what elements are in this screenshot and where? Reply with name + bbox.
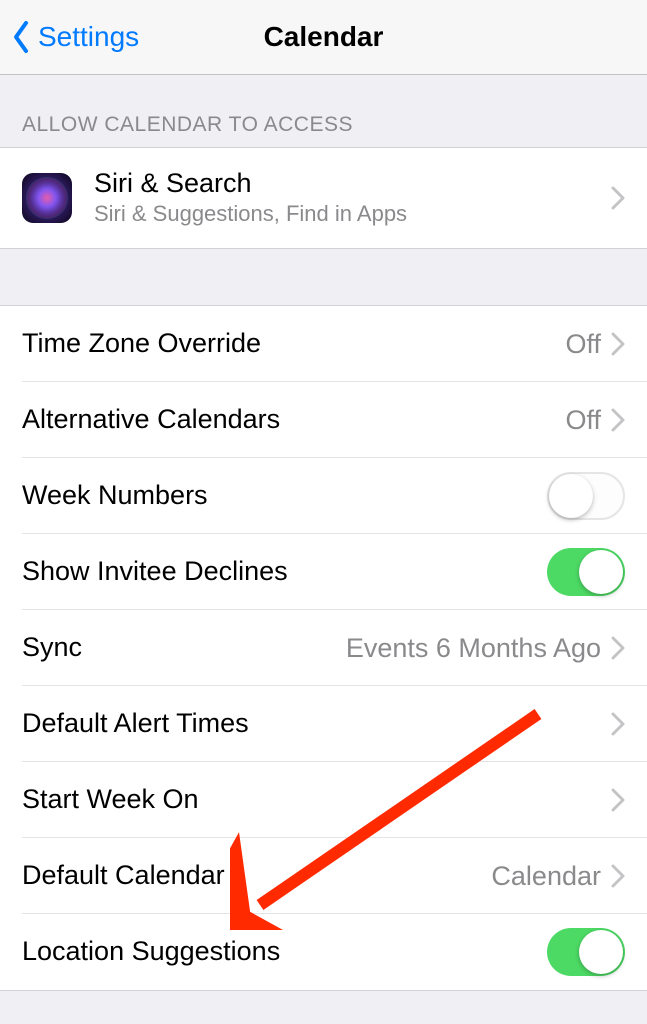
default-calendar-cell[interactable]: Default Calendar Calendar — [0, 838, 647, 914]
show-invitee-declines-cell: Show Invitee Declines — [0, 534, 647, 610]
chevron-right-icon — [611, 332, 625, 356]
chevron-right-icon — [611, 636, 625, 660]
location-suggestions-toggle[interactable] — [547, 928, 625, 976]
sync-label: Sync — [22, 632, 346, 663]
default-calendar-value: Calendar — [491, 861, 601, 892]
show-invitee-declines-toggle[interactable] — [547, 548, 625, 596]
time-zone-override-value: Off — [565, 329, 601, 360]
back-button[interactable]: Settings — [12, 20, 139, 54]
time-zone-override-label: Time Zone Override — [22, 328, 565, 359]
sync-cell[interactable]: Sync Events 6 Months Ago — [0, 610, 647, 686]
siri-text: Siri & Search Siri & Suggestions, Find i… — [94, 168, 611, 227]
chevron-right-icon — [611, 788, 625, 812]
siri-group: Siri & Search Siri & Suggestions, Find i… — [0, 147, 647, 249]
location-suggestions-cell: Location Suggestions — [0, 914, 647, 990]
start-week-on-label: Start Week On — [22, 784, 611, 815]
back-label: Settings — [38, 21, 139, 53]
time-zone-override-cell[interactable]: Time Zone Override Off — [0, 306, 647, 382]
alternative-calendars-label: Alternative Calendars — [22, 404, 565, 435]
chevron-right-icon — [611, 864, 625, 888]
calendar-settings-group: Time Zone Override Off Alternative Calen… — [0, 305, 647, 991]
section-spacer — [0, 249, 647, 305]
sync-value: Events 6 Months Ago — [346, 633, 601, 664]
section-header-allow-access: ALLOW CALENDAR TO ACCESS — [0, 75, 647, 147]
siri-icon — [22, 173, 72, 223]
chevron-right-icon — [611, 408, 625, 432]
show-invitee-declines-label: Show Invitee Declines — [22, 556, 547, 587]
default-calendar-label: Default Calendar — [22, 860, 491, 891]
week-numbers-toggle[interactable] — [547, 472, 625, 520]
alternative-calendars-cell[interactable]: Alternative Calendars Off — [0, 382, 647, 458]
page-title: Calendar — [264, 21, 384, 53]
siri-title: Siri & Search — [94, 168, 611, 199]
default-alert-times-cell[interactable]: Default Alert Times — [0, 686, 647, 762]
alternative-calendars-value: Off — [565, 405, 601, 436]
chevron-right-icon — [611, 712, 625, 736]
default-alert-times-label: Default Alert Times — [22, 708, 611, 739]
siri-search-cell[interactable]: Siri & Search Siri & Suggestions, Find i… — [0, 148, 647, 248]
location-suggestions-label: Location Suggestions — [22, 936, 547, 967]
chevron-left-icon — [12, 20, 32, 54]
start-week-on-cell[interactable]: Start Week On — [0, 762, 647, 838]
siri-subtitle: Siri & Suggestions, Find in Apps — [94, 201, 611, 227]
week-numbers-label: Week Numbers — [22, 480, 547, 511]
chevron-right-icon — [611, 186, 625, 210]
week-numbers-cell: Week Numbers — [0, 458, 647, 534]
navbar: Settings Calendar — [0, 0, 647, 75]
